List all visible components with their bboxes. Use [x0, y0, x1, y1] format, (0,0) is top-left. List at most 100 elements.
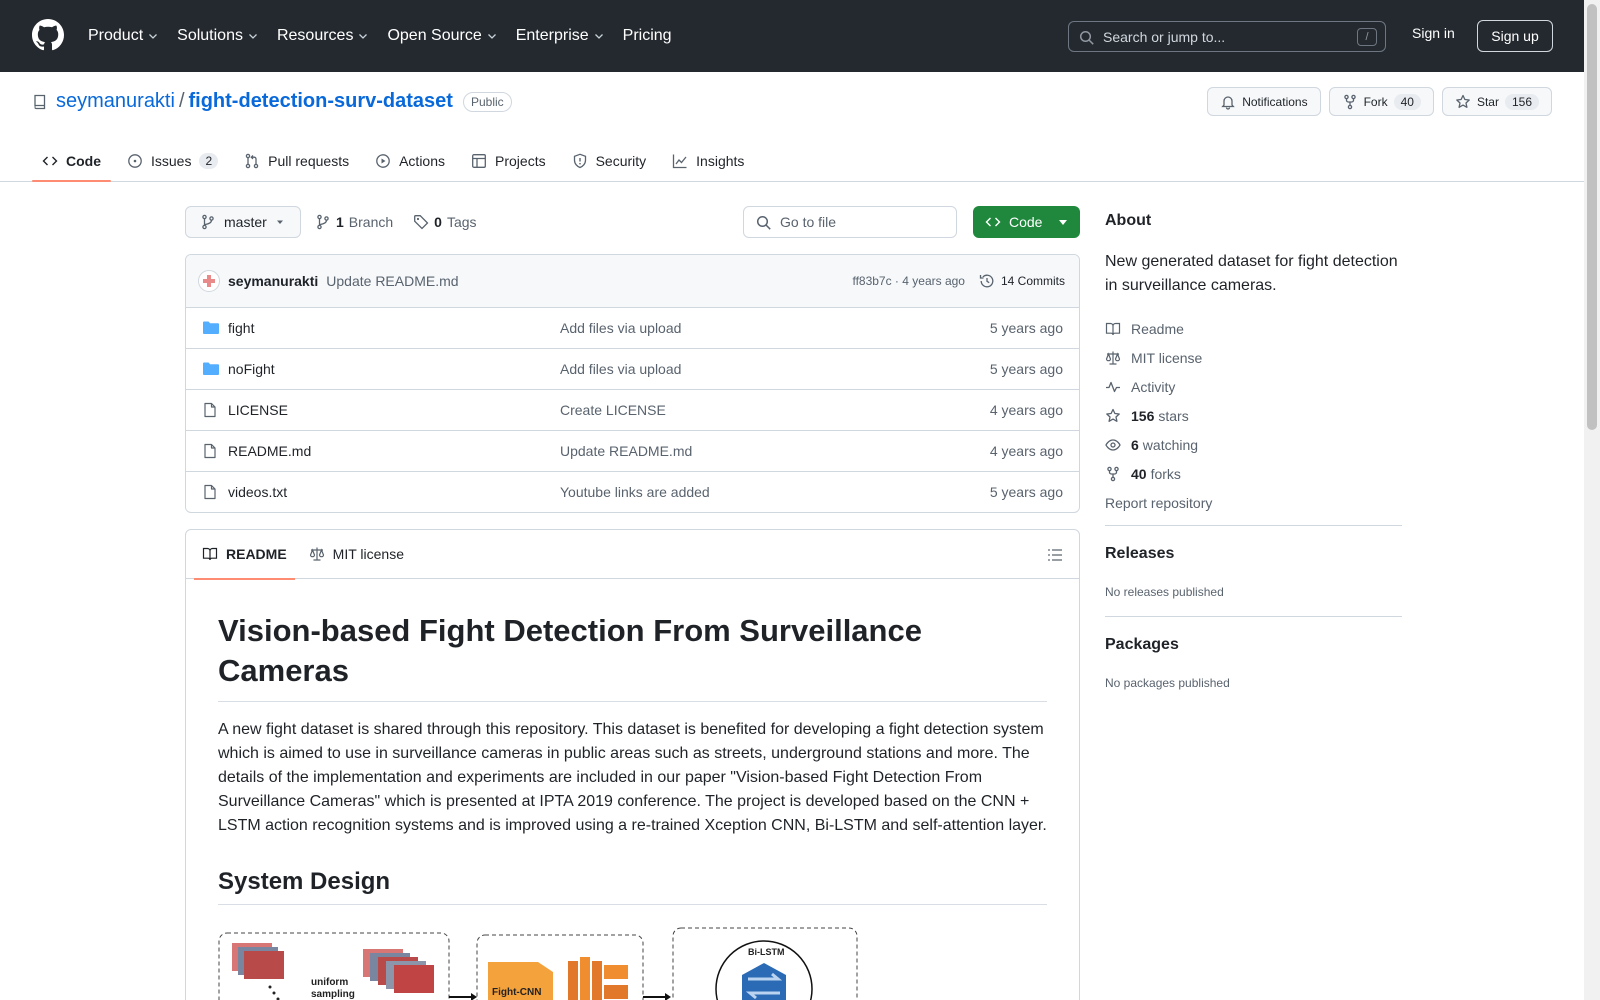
- shield-icon: [573, 153, 586, 169]
- nav-enterprise[interactable]: Enterprise: [516, 27, 605, 45]
- tab-code[interactable]: Code: [32, 140, 111, 182]
- report-repository-link[interactable]: Report repository: [1105, 488, 1212, 517]
- table-icon: [472, 154, 486, 168]
- file-commit-message[interactable]: Create LICENSE: [560, 402, 666, 418]
- table-row[interactable]: README.md Update README.md 4 years ago: [186, 431, 1079, 472]
- github-logo-icon[interactable]: [32, 19, 64, 51]
- bell-icon: [1221, 95, 1235, 110]
- tags-link[interactable]: 0 Tags: [413, 214, 477, 230]
- play-icon: [376, 154, 390, 168]
- pulse-icon: [1106, 381, 1120, 392]
- nav-label: Enterprise: [515, 27, 589, 44]
- commits-history-link[interactable]: 14 Commits: [979, 273, 1065, 289]
- notifications-button[interactable]: Notifications: [1207, 87, 1321, 116]
- link-label: watching: [1142, 436, 1199, 453]
- tab-pull-requests[interactable]: Pull requests: [234, 140, 359, 182]
- readme-link[interactable]: Readme: [1105, 314, 1212, 343]
- nav-solutions[interactable]: Solutions: [177, 27, 259, 45]
- tab-issues[interactable]: Issues 2: [117, 140, 228, 182]
- forks-count: 40: [1131, 465, 1147, 482]
- triangle-down-icon: [276, 220, 283, 224]
- fork-icon: [1107, 466, 1119, 481]
- page-scrollbar[interactable]: [1584, 0, 1600, 1000]
- repo-header: seymanurakti / fight-detection-surv-data…: [0, 72, 1584, 182]
- fork-button[interactable]: Fork 40: [1328, 87, 1434, 116]
- sign-in-link[interactable]: Sign in: [1412, 25, 1455, 41]
- nav-open-source[interactable]: Open Source: [387, 27, 497, 45]
- sign-up-button[interactable]: Sign up: [1477, 20, 1553, 52]
- star-button[interactable]: Star 156: [1441, 87, 1552, 116]
- repo-title: seymanurakti / fight-detection-surv-data…: [32, 90, 512, 113]
- eye-icon: [1105, 438, 1121, 451]
- top-nav: Product Solutions Resources Open Source …: [88, 0, 690, 72]
- link-label: stars: [1158, 407, 1189, 424]
- commit-author-link[interactable]: seymanurakti: [228, 273, 318, 289]
- tab-readme[interactable]: README: [194, 530, 295, 580]
- visibility-badge: Public: [462, 91, 512, 112]
- branch-label: Branch: [348, 214, 394, 230]
- file-commit-message[interactable]: Add files via upload: [560, 320, 681, 336]
- nav-resources[interactable]: Resources: [277, 27, 369, 45]
- table-row[interactable]: noFight Add files via upload 5 years ago: [186, 349, 1079, 390]
- file-icon: [204, 443, 216, 459]
- watching-link[interactable]: 6 watching: [1105, 430, 1212, 459]
- star-label: Star: [1476, 94, 1499, 109]
- file-name-link[interactable]: fight: [228, 320, 254, 336]
- scrollbar-thumb[interactable]: [1587, 4, 1597, 430]
- branches-link[interactable]: 1 Branch: [315, 214, 393, 230]
- go-to-file-input[interactable]: Go to file: [743, 206, 957, 238]
- packages-heading[interactable]: Packages: [1105, 636, 1179, 654]
- code-icon: [985, 217, 1001, 227]
- commit-hash-time[interactable]: ff83b7c · 4 years ago: [852, 274, 965, 288]
- book-icon: [202, 547, 218, 561]
- tab-projects[interactable]: Projects: [461, 140, 556, 182]
- fork-count: 40: [1393, 93, 1421, 110]
- avatar[interactable]: [198, 270, 220, 292]
- table-row[interactable]: videos.txt Youtube links are added 5 yea…: [186, 472, 1079, 512]
- book-icon: [1105, 322, 1121, 335]
- tag-icon: [414, 215, 429, 230]
- file-commit-date: 4 years ago: [989, 443, 1063, 459]
- file-name-link[interactable]: noFight: [228, 361, 275, 377]
- forks-link[interactable]: 40 forks: [1105, 459, 1212, 488]
- file-commit-message[interactable]: Youtube links are added: [560, 484, 710, 500]
- repo-name-link[interactable]: fight-detection-surv-dataset: [189, 90, 453, 113]
- tab-security[interactable]: Security: [562, 140, 657, 182]
- code-button[interactable]: Code: [973, 206, 1080, 238]
- star-icon: [1456, 94, 1470, 108]
- commit-message-link[interactable]: Update README.md: [326, 273, 458, 289]
- file-icon: [204, 484, 216, 500]
- readme-paragraph: A new fight dataset is shared through th…: [218, 721, 1047, 834]
- list-icon[interactable]: [1047, 547, 1063, 563]
- file-name-link[interactable]: videos.txt: [228, 484, 287, 500]
- packages-empty: No packages published: [1105, 676, 1230, 690]
- tab-label: Actions: [399, 153, 446, 169]
- file-commit-message[interactable]: Add files via upload: [560, 361, 681, 377]
- license-link[interactable]: MIT license: [1105, 343, 1212, 372]
- file-commit-message[interactable]: Update README.md: [560, 443, 692, 459]
- nav-product[interactable]: Product: [88, 27, 159, 45]
- tab-actions[interactable]: Actions: [365, 140, 455, 182]
- file-name-link[interactable]: LICENSE: [228, 402, 288, 418]
- link-label: Readme: [1131, 320, 1184, 337]
- branch-selector[interactable]: master: [185, 206, 301, 238]
- readme-tabs: README MIT license: [186, 530, 1079, 580]
- nav-pricing[interactable]: Pricing: [623, 27, 672, 45]
- table-row[interactable]: fight Add files via upload 5 years ago: [186, 308, 1079, 349]
- search-input[interactable]: Search or jump to... /: [1068, 21, 1386, 52]
- fork-label: Fork: [1363, 94, 1388, 109]
- releases-heading[interactable]: Releases: [1105, 545, 1174, 563]
- law-icon: [309, 547, 324, 561]
- search-icon: [1079, 30, 1094, 45]
- repo-owner-link[interactable]: seymanurakti: [56, 90, 175, 113]
- code-button-label: Code: [1009, 214, 1043, 230]
- tab-license[interactable]: MIT license: [301, 530, 412, 579]
- tab-insights[interactable]: Insights: [662, 140, 754, 182]
- table-row[interactable]: LICENSE Create LICENSE 4 years ago: [186, 390, 1079, 431]
- activity-link[interactable]: Activity: [1105, 372, 1212, 401]
- search-icon: [756, 215, 771, 230]
- stars-link[interactable]: 156 stars: [1105, 401, 1212, 430]
- tab-label: Pull requests: [268, 153, 350, 169]
- file-name-link[interactable]: README.md: [228, 443, 311, 459]
- issues-count: 2: [199, 153, 219, 169]
